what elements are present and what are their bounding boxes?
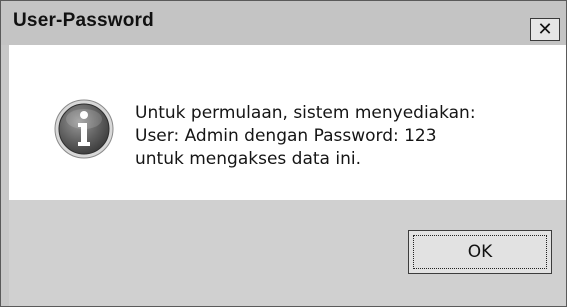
- message-line: Untuk permulaan, sistem menyediakan:: [135, 103, 476, 123]
- ok-button[interactable]: OK: [408, 230, 552, 274]
- dialog-window: User-Password ✕ Untuk permulaan, sistem …: [0, 0, 567, 307]
- message-line: User: Admin dengan Password: 123: [135, 126, 437, 146]
- message-text: Untuk permulaan, sistem menyediakan: Use…: [135, 102, 476, 171]
- title-bar[interactable]: User-Password ✕: [1, 1, 566, 45]
- button-bar: OK: [9, 200, 566, 306]
- message-line: untuk mengakses data ini.: [135, 149, 361, 169]
- info-icon: [54, 99, 114, 159]
- close-icon: ✕: [537, 18, 553, 40]
- window-title: User-Password: [13, 10, 154, 31]
- message-area: Untuk permulaan, sistem menyediakan: Use…: [9, 45, 566, 200]
- ok-button-label: OK: [467, 242, 493, 262]
- close-button[interactable]: ✕: [530, 18, 560, 41]
